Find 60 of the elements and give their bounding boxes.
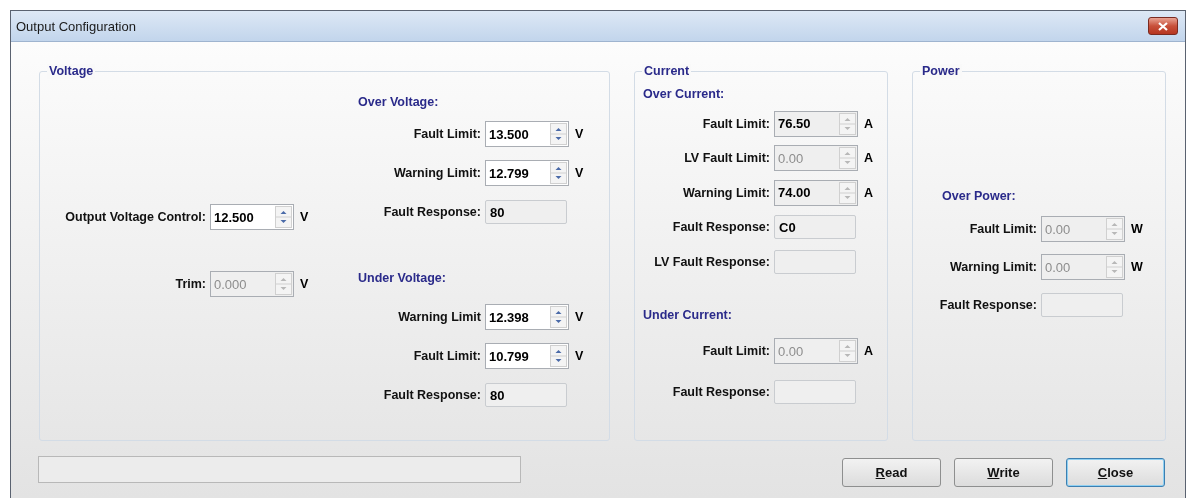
spin-field[interactable]: 74.00 bbox=[774, 179, 858, 206]
spin-field[interactable]: 12.500 bbox=[210, 204, 294, 230]
group-title: Voltage bbox=[47, 64, 96, 79]
field-label: Output Voltage Control: bbox=[64, 210, 207, 224]
spin-field[interactable]: 13.500 bbox=[485, 121, 569, 147]
spinner-icon[interactable] bbox=[550, 306, 567, 328]
field-label: Warning Limit: bbox=[681, 185, 771, 200]
section-heading: Over Power: bbox=[942, 188, 1016, 204]
unit-label: V bbox=[575, 166, 584, 180]
spin-field[interactable]: 10.799 bbox=[485, 343, 569, 369]
unit-label: A bbox=[864, 185, 874, 200]
field-label: Fault Limit: bbox=[701, 116, 771, 131]
field-label: LV Fault Response: bbox=[653, 254, 771, 269]
unit-label: W bbox=[1131, 222, 1143, 236]
section-heading: Over Voltage: bbox=[358, 94, 439, 110]
unit-label: W bbox=[1131, 260, 1143, 274]
field-label: Fault Response: bbox=[671, 220, 771, 234]
field-label: Fault Response: bbox=[938, 298, 1038, 312]
field-label: Fault Response: bbox=[382, 388, 482, 402]
unit-label: V bbox=[575, 349, 584, 363]
spinner-icon[interactable] bbox=[275, 206, 292, 228]
field-label: Fault Response: bbox=[671, 384, 771, 399]
field-label: Fault Response: bbox=[382, 205, 482, 219]
unit-label: A bbox=[864, 151, 874, 165]
window-title: Output Configuration bbox=[16, 18, 136, 34]
spin-field[interactable]: 12.398 bbox=[485, 304, 569, 330]
unit-label: V bbox=[300, 210, 309, 224]
field-label: Warning Limit bbox=[397, 310, 482, 324]
dialog-button[interactable]: Write bbox=[954, 458, 1053, 487]
spinner-icon[interactable] bbox=[550, 123, 567, 145]
field-label: Trim: bbox=[174, 277, 207, 291]
unit-label: A bbox=[864, 116, 874, 131]
field-label: Fault Limit: bbox=[701, 344, 771, 358]
text-field[interactable]: C0 bbox=[774, 215, 856, 239]
spin-field[interactable]: 12.799 bbox=[485, 160, 569, 186]
spinner-icon[interactable] bbox=[550, 345, 567, 367]
field-label: LV Fault Limit: bbox=[683, 151, 771, 165]
text-field[interactable]: 80 bbox=[485, 200, 567, 224]
section-heading: Under Current: bbox=[643, 306, 732, 323]
unit-label: V bbox=[575, 310, 584, 324]
spin-field[interactable]: 76.50 bbox=[774, 110, 858, 137]
section-heading: Over Current: bbox=[643, 86, 725, 102]
unit-label: A bbox=[864, 344, 874, 358]
dialog-button[interactable]: Read bbox=[842, 458, 941, 487]
unit-label: V bbox=[300, 277, 309, 291]
close-icon bbox=[1158, 21, 1168, 31]
field-label: Fault Limit: bbox=[412, 349, 482, 363]
field-label: Fault Limit: bbox=[968, 222, 1038, 236]
unit-label: V bbox=[575, 127, 584, 141]
section-heading: Under Voltage: bbox=[358, 270, 446, 286]
field-label: Warning Limit: bbox=[392, 166, 482, 180]
close-button[interactable] bbox=[1148, 17, 1178, 35]
text-field[interactable]: 80 bbox=[485, 383, 567, 407]
text-field[interactable] bbox=[774, 379, 856, 404]
text-field[interactable] bbox=[774, 249, 856, 274]
dialog-button[interactable]: Close bbox=[1066, 458, 1165, 487]
field-label: Warning Limit: bbox=[948, 260, 1038, 274]
text-field[interactable] bbox=[1041, 293, 1123, 317]
spinner-icon[interactable] bbox=[550, 162, 567, 184]
field-label: Fault Limit: bbox=[412, 127, 482, 141]
